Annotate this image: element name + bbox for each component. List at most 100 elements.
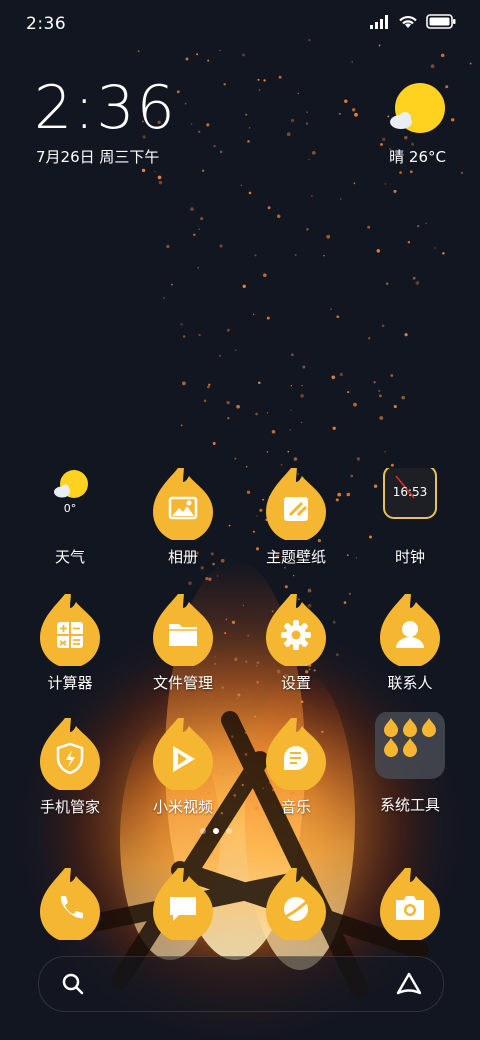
spark [226, 328, 230, 332]
search-icon[interactable] [61, 972, 85, 996]
spark [280, 463, 283, 466]
spark [254, 254, 257, 257]
themes-icon [260, 460, 332, 542]
app-music[interactable]: 音乐 [236, 710, 356, 817]
weather-icon: 0° [34, 468, 106, 540]
spark [384, 451, 386, 453]
spark [415, 281, 420, 285]
spark [290, 118, 295, 123]
spark [207, 59, 210, 62]
spark [206, 123, 210, 127]
spark [290, 353, 294, 357]
spark [353, 182, 356, 185]
spark [219, 150, 223, 154]
spark [157, 175, 162, 180]
spark [332, 426, 336, 430]
app-label: 设置 [280, 674, 311, 692]
spark [401, 395, 405, 400]
spark [197, 266, 199, 269]
spark [271, 429, 276, 434]
app-label: 系统工具 [379, 796, 440, 814]
folder-icon [147, 586, 219, 668]
browser-icon [260, 860, 332, 942]
spark [469, 62, 472, 65]
spark [442, 252, 445, 255]
spark [339, 372, 343, 377]
shield-icon [34, 710, 106, 792]
spark [278, 75, 282, 79]
spark [434, 247, 436, 249]
spark [306, 227, 309, 231]
app-file-manager[interactable]: 文件管理 [123, 586, 243, 693]
app-weather[interactable]: 0° 天气 [10, 468, 130, 567]
spark [386, 282, 389, 285]
clock-widget-time[interactable]: 2:36 [34, 76, 177, 140]
spark [208, 577, 212, 581]
spark [416, 224, 420, 228]
spark [354, 112, 358, 117]
app-security[interactable]: 手机管家 [10, 710, 130, 817]
spark [193, 233, 196, 237]
search-bar[interactable] [38, 956, 444, 1012]
spark [242, 284, 246, 288]
app-folder-system-tools[interactable]: 系统工具 [350, 711, 470, 815]
spark [430, 64, 435, 69]
gallery-icon [147, 460, 219, 542]
page-dot-active [213, 828, 219, 834]
dock-camera[interactable] [350, 860, 470, 942]
spark [399, 171, 402, 174]
spark [255, 412, 258, 416]
spark [263, 273, 267, 277]
app-themes[interactable]: 主题壁纸 [236, 460, 356, 567]
spark [300, 700, 304, 704]
spark [297, 92, 300, 95]
spark [205, 577, 209, 581]
spark [266, 316, 270, 320]
spark [210, 695, 212, 697]
dock-phone[interactable] [10, 860, 130, 942]
clock-icon-time: 16:53 [392, 485, 428, 499]
spark [171, 283, 173, 286]
app-label: 相册 [167, 548, 198, 566]
app-clock[interactable]: 16:53 时钟 [350, 465, 470, 567]
dock-messages[interactable] [123, 860, 243, 942]
spark [302, 365, 306, 369]
app-mi-video[interactable]: 小米视频 [123, 710, 243, 817]
spark [376, 249, 381, 253]
app-calculator[interactable]: 计算器 [10, 586, 130, 693]
weather-temp: 0° [63, 502, 77, 515]
spark [141, 168, 146, 173]
spark [378, 389, 381, 393]
spark [307, 588, 312, 593]
spark [227, 416, 230, 420]
phone-icon [34, 860, 106, 942]
spark [180, 323, 183, 326]
spark [390, 463, 394, 467]
spark [237, 693, 241, 697]
spark [163, 297, 165, 299]
spark [380, 143, 383, 146]
signal-icon [370, 14, 388, 29]
spark [276, 214, 281, 219]
spark [198, 130, 201, 133]
app-gallery[interactable]: 相册 [123, 460, 243, 567]
spark [226, 400, 230, 405]
dock-browser[interactable] [236, 860, 356, 942]
app-settings[interactable]: 设置 [236, 586, 356, 693]
sunny-weather-icon[interactable] [386, 82, 446, 142]
spark [308, 38, 311, 42]
spark [236, 404, 240, 409]
spark [212, 442, 216, 445]
assistant-icon[interactable] [395, 971, 423, 997]
spark [393, 404, 397, 409]
video-icon [147, 710, 219, 792]
spark [196, 53, 199, 56]
page-indicator[interactable] [200, 828, 232, 834]
spark [266, 451, 269, 453]
spark [258, 381, 261, 385]
app-contacts[interactable]: 联系人 [350, 586, 470, 693]
spark [257, 78, 260, 81]
spark [245, 113, 248, 116]
spark [240, 184, 242, 186]
spark [331, 375, 336, 380]
